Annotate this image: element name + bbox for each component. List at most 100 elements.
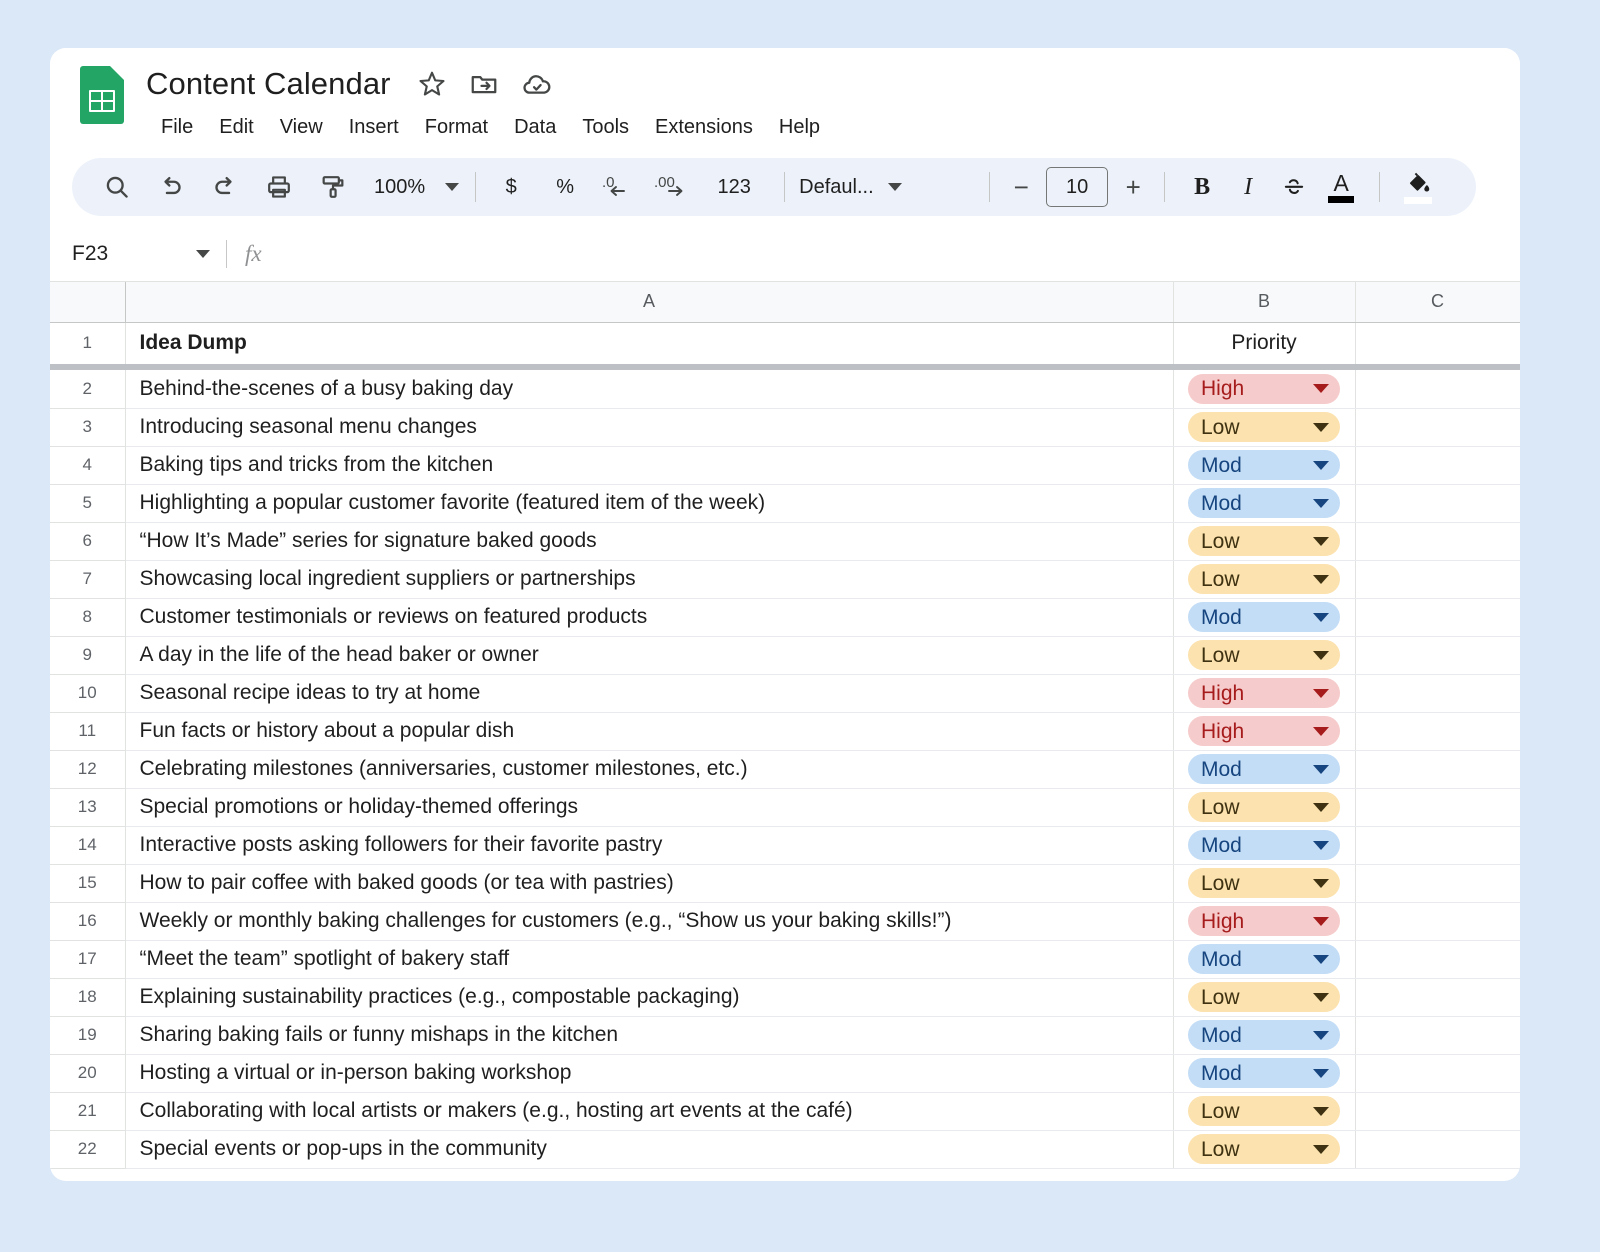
row-number[interactable]: 11 [50, 712, 126, 751]
chevron-down-icon[interactable] [1313, 612, 1329, 622]
cell-priority[interactable]: Mod [1173, 940, 1356, 979]
row-number[interactable]: 10 [50, 674, 126, 713]
cell-idea[interactable]: Interactive posts asking followers for t… [125, 826, 1174, 865]
priority-chip[interactable]: Mod [1188, 450, 1340, 480]
cell-idea[interactable]: Hosting a virtual or in-person baking wo… [125, 1054, 1174, 1093]
cell-idea[interactable]: Special promotions or holiday-themed off… [125, 788, 1174, 827]
cell-empty[interactable] [1355, 826, 1520, 865]
cell-empty[interactable] [1355, 522, 1520, 561]
cell-idea[interactable]: Sharing baking fails or funny mishaps in… [125, 1016, 1174, 1055]
paint-format-icon[interactable] [312, 166, 354, 208]
cell-priority[interactable]: Low [1173, 978, 1356, 1017]
cell-priority[interactable]: Mod [1173, 1054, 1356, 1093]
select-all-corner[interactable] [50, 282, 126, 323]
cell-idea[interactable]: Introducing seasonal menu changes [125, 408, 1174, 447]
chevron-down-icon[interactable] [1313, 802, 1329, 812]
cell-priority[interactable]: Low [1173, 788, 1356, 827]
row-number[interactable]: 15 [50, 864, 126, 903]
cell-c1[interactable] [1355, 322, 1520, 364]
cell-idea[interactable]: How to pair coffee with baked goods (or … [125, 864, 1174, 903]
chevron-down-icon[interactable] [1313, 764, 1329, 774]
currency-format-button[interactable]: $ [490, 166, 532, 208]
cell-idea[interactable]: Collaborating with local artists or make… [125, 1092, 1174, 1131]
priority-chip[interactable]: Mod [1188, 754, 1340, 784]
italic-button[interactable]: I [1225, 166, 1271, 208]
fill-color-icon[interactable] [1394, 165, 1442, 209]
cell-priority[interactable]: Mod [1173, 1016, 1356, 1055]
priority-chip[interactable]: Low [1188, 982, 1340, 1012]
cell-empty[interactable] [1355, 636, 1520, 675]
zoom-control[interactable]: 100% [366, 176, 460, 199]
row-number[interactable]: 19 [50, 1016, 126, 1055]
priority-chip[interactable]: Low [1188, 640, 1340, 670]
move-to-folder-icon[interactable] [469, 69, 499, 99]
cell-a1[interactable]: Idea Dump [125, 322, 1174, 364]
priority-chip[interactable]: Low [1188, 1134, 1340, 1164]
text-color-button[interactable]: A [1317, 165, 1365, 209]
row-number[interactable]: 9 [50, 636, 126, 675]
menu-data[interactable]: Data [501, 112, 569, 143]
priority-chip[interactable]: Low [1188, 412, 1340, 442]
row-number[interactable]: 22 [50, 1130, 126, 1169]
cell-priority[interactable]: Low [1173, 864, 1356, 903]
cell-empty[interactable] [1355, 1054, 1520, 1093]
priority-chip[interactable]: Mod [1188, 1058, 1340, 1088]
cell-idea[interactable]: “Meet the team” spotlight of bakery staf… [125, 940, 1174, 979]
cell-idea[interactable]: Special events or pop-ups in the communi… [125, 1130, 1174, 1169]
cell-empty[interactable] [1355, 370, 1520, 409]
row-number[interactable]: 5 [50, 484, 126, 523]
cell-empty[interactable] [1355, 408, 1520, 447]
cell-priority[interactable]: Mod [1173, 826, 1356, 865]
cell-priority[interactable]: Low [1173, 1092, 1356, 1131]
chevron-down-icon[interactable] [1313, 460, 1329, 470]
priority-chip[interactable]: Mod [1188, 602, 1340, 632]
menu-edit[interactable]: Edit [206, 112, 266, 143]
cell-idea[interactable]: Showcasing local ingredient suppliers or… [125, 560, 1174, 599]
cell-empty[interactable] [1355, 560, 1520, 599]
priority-chip[interactable]: Low [1188, 792, 1340, 822]
cell-idea[interactable]: Highlighting a popular customer favorite… [125, 484, 1174, 523]
cell-priority[interactable]: Low [1173, 408, 1356, 447]
column-header-c[interactable]: C [1355, 282, 1520, 323]
priority-chip[interactable]: Low [1188, 526, 1340, 556]
chevron-down-icon[interactable] [1313, 384, 1329, 394]
cell-priority[interactable]: High [1173, 674, 1356, 713]
cell-idea[interactable]: Explaining sustainability practices (e.g… [125, 978, 1174, 1017]
column-header-b[interactable]: B [1173, 282, 1356, 323]
menu-tools[interactable]: Tools [569, 112, 642, 143]
cell-priority[interactable]: Mod [1173, 446, 1356, 485]
cell-priority[interactable]: Low [1173, 1130, 1356, 1169]
chevron-down-icon[interactable] [1313, 688, 1329, 698]
priority-chip[interactable]: Low [1188, 868, 1340, 898]
priority-chip[interactable]: High [1188, 716, 1340, 746]
row-number[interactable]: 12 [50, 750, 126, 789]
cell-priority[interactable]: High [1173, 712, 1356, 751]
menu-insert[interactable]: Insert [336, 112, 412, 143]
percent-format-button[interactable]: % [544, 166, 586, 208]
redo-icon[interactable] [204, 166, 246, 208]
star-icon[interactable] [417, 69, 447, 99]
row-number[interactable]: 8 [50, 598, 126, 637]
row-number[interactable]: 3 [50, 408, 126, 447]
cell-empty[interactable] [1355, 484, 1520, 523]
row-number[interactable]: 14 [50, 826, 126, 865]
row-number[interactable]: 1 [50, 322, 126, 364]
chevron-down-icon[interactable] [1313, 916, 1329, 926]
chevron-down-icon[interactable] [1313, 992, 1329, 1002]
cell-idea[interactable]: “How It’s Made” series for signature bak… [125, 522, 1174, 561]
print-icon[interactable] [258, 166, 300, 208]
chevron-down-icon[interactable] [1313, 536, 1329, 546]
chevron-down-icon[interactable] [1313, 498, 1329, 508]
cell-empty[interactable] [1355, 674, 1520, 713]
cell-empty[interactable] [1355, 712, 1520, 751]
cloud-saved-icon[interactable] [521, 68, 553, 100]
cell-empty[interactable] [1355, 1130, 1520, 1169]
cell-idea[interactable]: Seasonal recipe ideas to try at home [125, 674, 1174, 713]
priority-chip[interactable]: High [1188, 373, 1340, 404]
cell-idea[interactable]: Fun facts or history about a popular dis… [125, 712, 1174, 751]
priority-chip[interactable]: Mod [1188, 944, 1340, 974]
cell-priority[interactable]: Low [1173, 636, 1356, 675]
cell-priority[interactable]: High [1173, 370, 1356, 409]
row-number[interactable]: 13 [50, 788, 126, 827]
menu-help[interactable]: Help [766, 112, 833, 143]
